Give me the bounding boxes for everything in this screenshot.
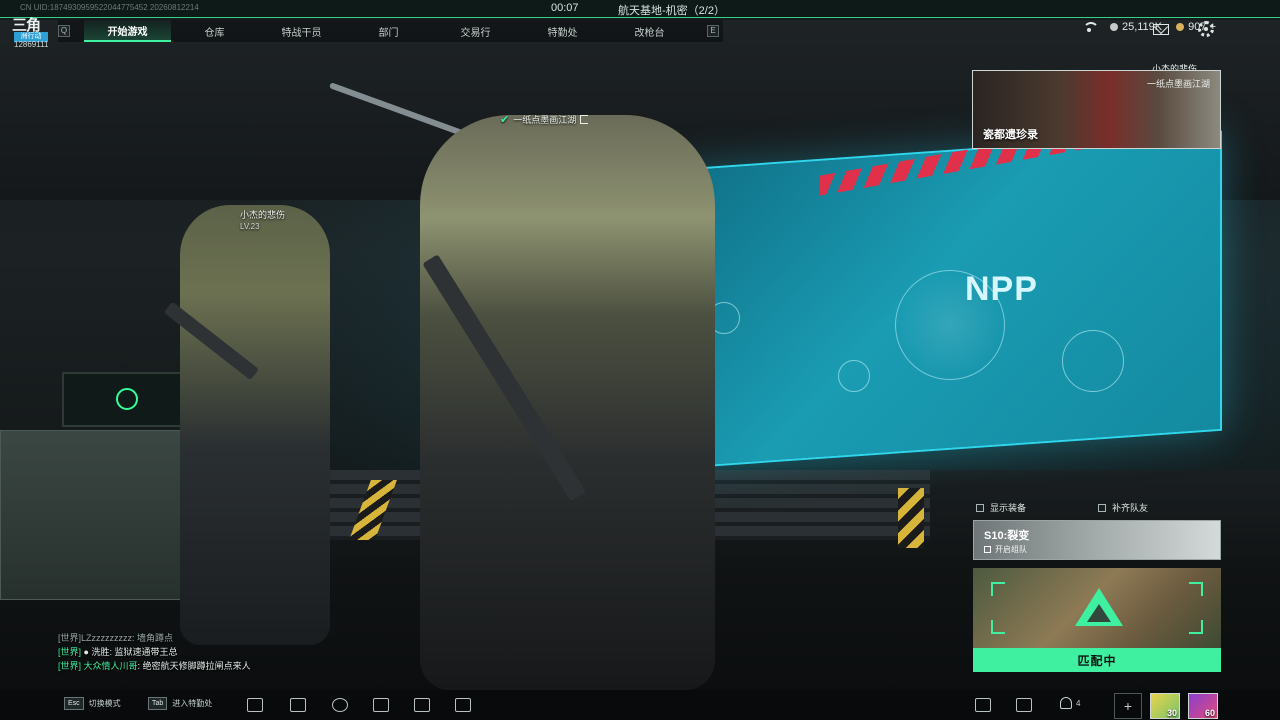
stats-icon[interactable]	[975, 698, 991, 712]
chat-message: [世界] 大众情人川哥: 绝密航天修脚蹲拉闸点来人	[58, 661, 251, 671]
tab-trading[interactable]: 交易行	[432, 20, 519, 42]
show-equipment-checkbox[interactable]	[976, 503, 984, 512]
avatar-level: 60	[1204, 708, 1215, 718]
player-id: 12869111	[14, 40, 49, 49]
tab-warehouse[interactable]: 仓库	[171, 20, 258, 42]
flag-icon[interactable]	[1016, 698, 1032, 712]
corner-marker	[1189, 620, 1203, 634]
monitor-logo-icon	[116, 388, 138, 410]
selected-map: 航天基地-机密（2/2）	[618, 5, 725, 17]
player-operator	[420, 115, 715, 690]
avatar[interactable]: 60	[1188, 693, 1218, 719]
show-equipment-label: 显示装备	[990, 503, 1027, 513]
promo-viewer-2: 一纸点墨画江湖	[1147, 79, 1211, 89]
invite-slot[interactable]: +	[1114, 693, 1142, 719]
silver-coin-icon	[1109, 23, 1118, 32]
corner-marker	[1189, 582, 1203, 596]
chat-icon[interactable]	[247, 698, 263, 712]
fill-team-checkbox[interactable]	[1098, 503, 1106, 512]
avatar[interactable]: 30	[1150, 693, 1180, 719]
avatar-level: 30	[1166, 708, 1177, 718]
season-subtitle-text: 开启组队	[995, 545, 1027, 554]
chat-channel: [世界]	[58, 633, 82, 643]
switch-mode-hint[interactable]: Esc 切换模式	[64, 697, 121, 710]
show-equipment-toggle[interactable]: 显示装备	[976, 501, 1026, 514]
chat-message: [世界]LZzzzzzzzzz: 墙角蹲点	[58, 633, 174, 643]
gear-icon[interactable]	[1198, 21, 1214, 37]
player-nametag: ✔ 一纸点墨画江湖	[500, 113, 589, 126]
chat-sender: 大众情人川哥	[83, 661, 138, 671]
hazard-stripe	[898, 488, 924, 548]
promo-title: 瓷都遗珍录	[983, 129, 1038, 141]
top-status-strip: CN UID:1874930959522044775452 2026081221…	[0, 0, 1280, 18]
tab-special-ops[interactable]: 特勤处	[519, 20, 606, 42]
teammate-nametag: 小杰的悲伤 LV.23	[240, 208, 285, 231]
teammate-level: LV.23	[240, 222, 260, 231]
matching-button[interactable]: 匹配中	[973, 648, 1221, 672]
mail-icon[interactable]	[1153, 24, 1169, 35]
prev-tab-key[interactable]: Q	[58, 25, 70, 37]
main-nav: Q 开始游戏 仓库 特战干员 部门 交易行 特勤处 改枪台 E	[58, 20, 723, 42]
season-subtitle: 开启组队	[984, 544, 1027, 555]
chat-text: 监狱速通带王总	[114, 647, 178, 657]
chat-message: [世界] ● 洗胜: 监狱速通带王总	[58, 647, 178, 657]
wifi-icon	[1082, 22, 1099, 32]
backpack-icon[interactable]	[290, 698, 306, 712]
teammate-operator	[180, 205, 330, 645]
special-ops-label: 进入特勤处	[172, 699, 213, 708]
exit-icon[interactable]	[580, 115, 589, 124]
team-toggle-icon	[984, 546, 991, 553]
delta-logo-inner	[1087, 604, 1111, 622]
corner-marker	[991, 582, 1005, 596]
friends-icon	[1060, 697, 1072, 709]
season-title: S10:裂变	[984, 530, 1030, 542]
season-card[interactable]: S10:裂变 开启组队	[973, 520, 1221, 560]
shop-cart-icon[interactable]	[373, 698, 389, 712]
tab-key: Tab	[148, 697, 168, 710]
display-ring	[1062, 330, 1124, 392]
map-card[interactable]	[973, 568, 1221, 648]
corner-marker	[991, 620, 1005, 634]
switch-mode-label: 切换模式	[88, 699, 121, 708]
console-monitor	[62, 372, 192, 427]
tab-operators[interactable]: 特战干员	[258, 20, 345, 42]
next-tab-key[interactable]: E	[707, 25, 719, 37]
display-ring	[838, 360, 870, 392]
battlepass-icon[interactable]	[414, 698, 430, 712]
chat-text: 绝密航天修脚蹲拉闸点来人	[142, 661, 251, 671]
chat-sender: ● 洗胜	[83, 647, 110, 657]
player-name: 一纸点墨画江湖	[513, 115, 577, 125]
radio-console	[0, 430, 200, 600]
special-ops-hint[interactable]: Tab 进入特勤处	[148, 697, 212, 710]
teammate-name: 小杰的悲伤	[240, 210, 286, 220]
gold-coin-icon	[1176, 23, 1185, 32]
chat-sender: LZzzzzzzzzz	[81, 633, 133, 643]
tab-start-game[interactable]: 开始游戏	[84, 20, 171, 42]
chat-channel: [世界]	[58, 647, 82, 657]
npp-logo: NPP	[965, 270, 1038, 308]
friends-button[interactable]: 4	[1060, 697, 1080, 709]
esc-key: Esc	[64, 697, 84, 710]
shield-icon[interactable]	[332, 698, 348, 712]
queue-timer: 00:07	[551, 2, 579, 14]
fill-team-toggle[interactable]: 补齐队友	[1098, 501, 1148, 514]
tab-gunsmith[interactable]: 改枪台	[606, 20, 693, 42]
calendar-icon[interactable]	[455, 698, 471, 712]
tab-department[interactable]: 部门	[345, 20, 432, 42]
ready-check-icon: ✔	[500, 114, 510, 126]
chat-channel: [世界]	[58, 661, 82, 671]
chat-log[interactable]: [世界]LZzzzzzzzzz: 墙角蹲点 [世界] ● 洗胜: 监狱速通带王总…	[58, 631, 251, 673]
uid-text: CN UID:1874930959522044775452 2026081221…	[20, 3, 199, 12]
friends-count: 4	[1076, 698, 1081, 708]
chat-text: 墙角蹲点	[137, 633, 174, 643]
fill-team-label: 补齐队友	[1112, 503, 1149, 513]
currency-bar: 25,119K 907 +	[1082, 21, 1216, 33]
